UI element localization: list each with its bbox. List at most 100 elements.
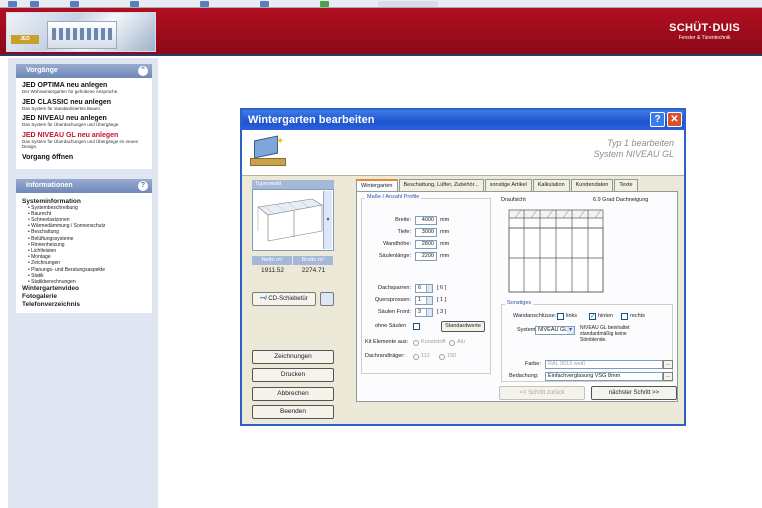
field-label: Wandhöhe:	[367, 240, 411, 249]
rafters-label: Dachsparren:	[377, 285, 411, 291]
tab-texte[interactable]: Texte	[614, 179, 638, 191]
entry-title[interactable]: JED OPTIMA neu anlegen	[22, 82, 146, 89]
toolbar-icon[interactable]	[30, 1, 39, 7]
wintergarden-icon: ✦	[250, 135, 288, 170]
default-values-button[interactable]: Standardwerte	[441, 321, 485, 332]
dachrand-option: 112	[421, 353, 430, 359]
roofing-picker-button[interactable]: ...	[663, 372, 673, 381]
color-picker-button[interactable]: ...	[663, 360, 673, 369]
panel-header-vorgaenge[interactable]: Vorgänge ⌃	[16, 64, 152, 78]
systeminfo-link[interactable]: Systeminformation	[22, 198, 146, 205]
header-photo: JED	[6, 12, 156, 52]
kit-radio-alu[interactable]	[449, 340, 455, 346]
misc-title: Sonstiges	[505, 300, 534, 306]
plan-view-title: Draufsicht	[501, 197, 526, 203]
kit-option: Kunststoff	[421, 339, 446, 345]
gross-area-value: 2274.71	[301, 267, 326, 274]
wall-height-label: Wandhöhe:	[383, 241, 411, 247]
no-columns-label: ohne Säulen	[375, 323, 406, 329]
column-length-input[interactable]: 2200	[415, 252, 437, 261]
panel-header-informationen[interactable]: Informationen ?	[16, 178, 152, 193]
jed-logo: JED	[11, 35, 39, 44]
toolbar-icon[interactable]	[320, 1, 329, 7]
next-step-button[interactable]: nächster Schritt >>	[591, 386, 677, 400]
cd-button-label: CD-Schiebetür	[268, 296, 308, 302]
toolbar-icon[interactable]	[130, 1, 139, 7]
entry-title[interactable]: Vorgang öffnen	[22, 154, 146, 161]
brand-tagline: Fenster & Türentechnik	[678, 35, 731, 41]
wintergarden-drawing	[257, 198, 323, 242]
entry-title[interactable]: JED NIVEAU GL neu anlegen	[22, 132, 146, 139]
color-field[interactable]: RAL 9016 weiß	[545, 360, 663, 369]
measures-title: Maße / Anzahl Profile	[365, 194, 422, 200]
roofing-label: Bedachung:	[509, 373, 539, 379]
info-link[interactable]: Wintergartenvideo	[22, 285, 146, 293]
info-link[interactable]: Telefonverzeichnis	[22, 301, 146, 309]
new-classic-link[interactable]: JED CLASSIC neu anlegen Das System für s…	[22, 99, 146, 112]
tab-beschattung[interactable]: Beschattung, Lüfter, Zubehör...	[398, 179, 484, 191]
dachrand-radio-112[interactable]	[413, 354, 419, 360]
chevron-down-icon[interactable]: ▾	[323, 191, 332, 249]
collapse-icon[interactable]: ⌃	[138, 66, 148, 76]
net-area-label: Netto m²	[252, 256, 292, 265]
rafters-stepper[interactable]: 6	[415, 284, 433, 293]
cancel-button[interactable]: Abbrechen	[252, 387, 334, 401]
crossbars-stepper[interactable]: 1	[415, 296, 433, 305]
tab-kalkulation[interactable]: Kalkulation	[532, 179, 570, 191]
tab-bar: Wintergarten Beschattung, Lüfter, Zubehö…	[356, 179, 639, 192]
tab-sonstige-artikel[interactable]: sonstige Artikel	[484, 179, 532, 191]
net-area-value: 1911.52	[260, 267, 284, 274]
close-icon[interactable]: ✕	[667, 112, 682, 127]
finish-button[interactable]: Beenden	[252, 405, 334, 419]
cd-sliding-door-button[interactable]: ꟷ/ CD-Schiebetür	[252, 292, 316, 306]
tab-content-wintergarten: Maße / Anzahl Profile Breite: 4000 mm Ti…	[356, 191, 678, 402]
new-niveau-gl-link[interactable]: JED NIVEAU GL neu anlegen Das System für…	[22, 132, 146, 150]
field-label: Tiefe:	[367, 228, 411, 237]
field-label: Dachsparren:	[367, 284, 411, 293]
info-link[interactable]: Fotogalerie	[22, 293, 146, 301]
panel-vorgaenge: JED OPTIMA neu anlegen Der Wohnwintergar…	[16, 78, 152, 169]
type-preview-select[interactable]: ▾	[252, 189, 334, 251]
depth-input[interactable]: 3000	[415, 228, 437, 237]
help-icon[interactable]: ?	[650, 112, 665, 127]
print-button[interactable]: Drucken	[252, 368, 334, 382]
drawings-button[interactable]: Zeichnungen	[252, 350, 334, 364]
info-icon[interactable]: ?	[138, 180, 148, 191]
entry-title[interactable]: JED NIVEAU neu anlegen	[22, 115, 146, 122]
entry-desc: Das System für standardisiertes Bauen.	[22, 105, 102, 111]
color-label: Farbe:	[525, 361, 541, 367]
app-header: JED SCHÜT·DUIS Fenster & Türentechnik	[0, 8, 762, 56]
new-niveau-link[interactable]: JED NIVEAU neu anlegen Das System für Üb…	[22, 115, 146, 128]
dialog-titlebar[interactable]: Wintergarten bearbeiten ? ✕	[242, 110, 684, 130]
window-icon[interactable]	[320, 292, 334, 306]
columns-max: [ 3 ]	[437, 309, 447, 315]
toolbar-icon[interactable]	[200, 1, 209, 7]
open-vorgang-link[interactable]: Vorgang öffnen	[22, 154, 146, 161]
toolbar-icon[interactable]	[70, 1, 79, 7]
tab-kundendaten[interactable]: Kundendaten	[570, 179, 614, 191]
toolbar-icon[interactable]	[260, 1, 269, 7]
columns-stepper[interactable]: 3	[415, 308, 433, 317]
no-columns-checkbox[interactable]	[413, 323, 420, 330]
unit: mm	[440, 253, 450, 259]
wall-right-checkbox[interactable]	[621, 313, 628, 320]
edit-dialog: Wintergarten bearbeiten ? ✕ ✦ Typ 1 bear…	[240, 108, 686, 426]
system-label: System:	[517, 327, 537, 333]
wall-left-checkbox[interactable]	[557, 313, 564, 320]
width-label: Breite:	[395, 217, 411, 223]
toolbar-icon[interactable]	[8, 1, 17, 7]
sidebar: Vorgänge ⌃ JED OPTIMA neu anlegen Der Wo…	[8, 58, 158, 508]
width-input[interactable]: 4000	[415, 216, 437, 225]
prev-step-button[interactable]: << Schritt zurück	[499, 386, 585, 400]
top-toolbar	[0, 0, 762, 8]
kit-radio-kunststoff[interactable]	[413, 340, 419, 346]
new-optima-link[interactable]: JED OPTIMA neu anlegen Der Wohnwintergar…	[22, 82, 146, 95]
wall-back-checkbox[interactable]	[589, 312, 596, 320]
toolbar-tab[interactable]	[378, 1, 438, 7]
system-select[interactable]: NIVEAU GL	[535, 326, 575, 335]
dachrand-radio-150[interactable]	[439, 354, 445, 360]
entry-title[interactable]: JED CLASSIC neu anlegen	[22, 99, 146, 106]
roofing-field[interactable]: Einfachverglasung VSG 8mm	[545, 372, 663, 381]
kit-label: Kit Elemente aus:	[365, 339, 409, 345]
wall-height-input[interactable]: 2800	[415, 240, 437, 249]
